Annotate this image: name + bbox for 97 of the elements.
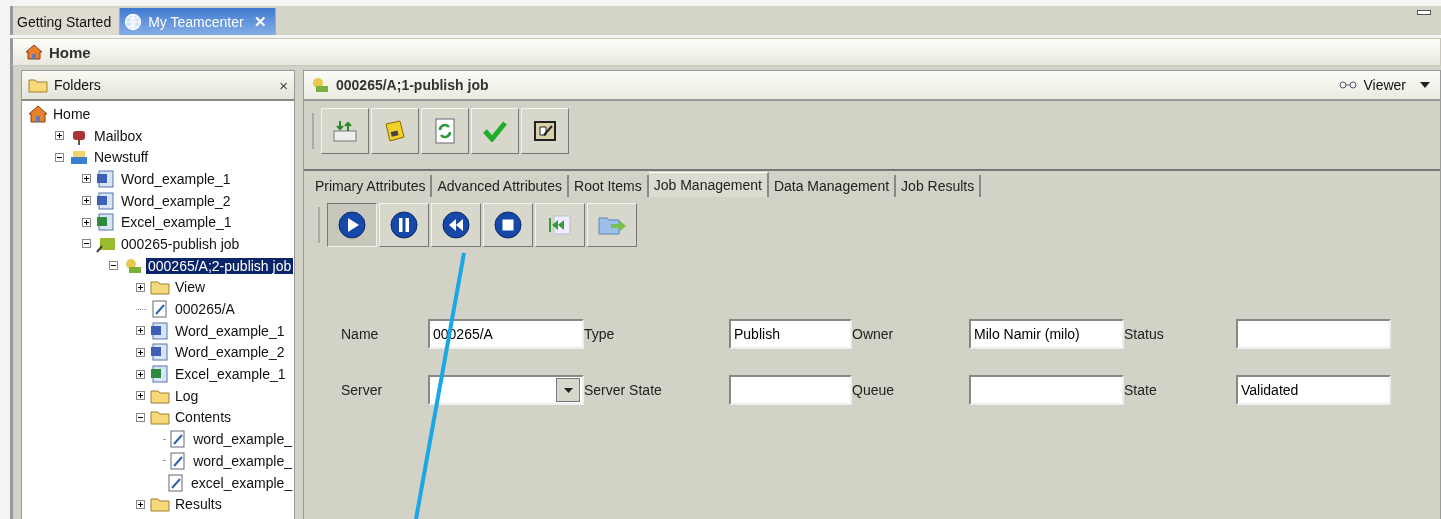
field-label: Server State <box>584 382 663 398</box>
input-field[interactable] <box>1236 319 1391 349</box>
tree-item[interactable]: Word_example_1 <box>119 170 233 187</box>
glasses-icon <box>1339 81 1358 89</box>
restart-button[interactable] <box>535 203 585 247</box>
refresh-icon <box>434 118 456 144</box>
stop-button[interactable] <box>483 203 533 247</box>
field-label: State <box>1124 382 1158 398</box>
expander-icon[interactable] <box>136 326 147 336</box>
expander-icon[interactable] <box>136 499 147 509</box>
word-document-icon <box>96 191 116 210</box>
dropdown-arrow-icon[interactable] <box>563 387 573 393</box>
expander-icon[interactable] <box>136 369 147 379</box>
document-icon <box>166 473 186 492</box>
expander-icon[interactable] <box>82 174 93 184</box>
breadcrumb-text[interactable]: Home <box>49 43 91 61</box>
word-document-icon <box>150 321 170 340</box>
tree-item[interactable]: Newstuff <box>92 149 151 166</box>
transfer-icon <box>332 119 358 143</box>
app-tab[interactable]: Getting Started <box>13 8 121 35</box>
edit-button[interactable] <box>521 108 569 154</box>
expander-icon[interactable] <box>136 412 147 422</box>
edit-icon <box>532 119 558 143</box>
pause-button[interactable] <box>379 203 429 247</box>
expander-icon[interactable] <box>82 196 93 206</box>
job-revision-icon <box>123 256 143 275</box>
expander-icon[interactable] <box>82 217 93 227</box>
rewind-button[interactable] <box>431 203 481 247</box>
document-icon <box>150 300 170 319</box>
field-label: Type <box>584 326 616 342</box>
import-export-button[interactable] <box>321 108 369 154</box>
check-button[interactable] <box>471 108 519 154</box>
viewer-title: 000265/A;1-publish job <box>336 77 489 93</box>
dropdown-field[interactable] <box>428 375 584 405</box>
input-field[interactable]: Milo Namir (milo) <box>969 319 1124 349</box>
folder-icon <box>150 278 170 297</box>
tree-item[interactable]: Word_example_2 <box>173 344 287 361</box>
folder-icon <box>150 495 170 514</box>
play-icon <box>337 210 367 240</box>
viewer-mode-label[interactable]: Viewer <box>1363 77 1406 93</box>
pause-icon <box>389 210 419 240</box>
expander-icon[interactable] <box>136 282 147 292</box>
tree-item[interactable]: 000265/A <box>173 301 237 318</box>
expander-icon[interactable] <box>109 261 120 271</box>
field-label: Queue <box>852 382 896 398</box>
tree-item[interactable]: Mailbox <box>92 127 145 144</box>
minimize-icon[interactable] <box>1417 10 1431 15</box>
expander-icon[interactable] <box>136 391 147 401</box>
folder-icon <box>150 408 170 427</box>
input-field[interactable]: Publish <box>729 319 852 349</box>
tree-item[interactable]: View <box>173 279 208 296</box>
close-icon[interactable]: × <box>279 76 288 94</box>
input-field[interactable]: Validated <box>1236 375 1391 405</box>
input-field[interactable] <box>729 375 852 405</box>
inbox-icon <box>69 148 89 167</box>
tree-item[interactable]: excel_example_ <box>189 474 294 491</box>
expander-icon[interactable] <box>55 152 66 162</box>
excel-document-icon <box>150 365 170 384</box>
field-label: Owner <box>852 326 895 342</box>
field-label: Status <box>1124 326 1165 342</box>
expander-icon[interactable] <box>82 239 93 249</box>
dropdown-arrow-icon[interactable] <box>1420 82 1430 88</box>
house-icon <box>28 104 48 123</box>
expander-icon[interactable] <box>55 131 66 141</box>
tree-item[interactable]: word_example_ <box>191 452 294 469</box>
tree-item[interactable]: Log <box>173 387 201 404</box>
folder-icon <box>28 77 48 93</box>
tree-item[interactable]: Contents <box>173 409 234 426</box>
checkmark-icon <box>483 120 507 142</box>
export-button[interactable] <box>587 203 637 247</box>
field-label: Name <box>341 326 380 342</box>
tree-item[interactable]: Excel_example_1 <box>119 214 234 231</box>
save-button[interactable] <box>371 108 419 154</box>
field-label: Server <box>341 382 384 398</box>
house-icon <box>25 44 43 60</box>
word-document-icon <box>150 343 170 362</box>
tree-item[interactable]: Excel_example_1 <box>173 366 288 383</box>
tree-item[interactable]: 000265/A;2-publish job <box>146 257 294 274</box>
play-button[interactable] <box>327 203 377 247</box>
refresh-button[interactable] <box>421 108 469 154</box>
globe-icon <box>124 12 143 31</box>
tree-item[interactable]: Home <box>51 105 93 122</box>
word-document-icon <box>96 169 116 188</box>
job-revision-icon <box>310 76 330 94</box>
panel-title: Folders <box>54 77 102 93</box>
tree-item[interactable]: Results <box>173 496 224 513</box>
tree-item[interactable]: word_example_ <box>191 431 294 448</box>
expander-icon[interactable] <box>136 347 147 357</box>
tree-item[interactable]: 000265-publish job <box>119 235 242 252</box>
tree-item[interactable]: Word_example_1 <box>173 322 287 339</box>
input-field[interactable] <box>969 375 1124 405</box>
stop-icon <box>493 210 523 240</box>
skip-back-icon <box>546 212 574 238</box>
tree-item[interactable]: Word_example_2 <box>119 192 233 209</box>
excel-document-icon <box>96 213 116 232</box>
tab[interactable]: Job Management <box>648 172 769 197</box>
rewind-icon <box>441 210 471 240</box>
